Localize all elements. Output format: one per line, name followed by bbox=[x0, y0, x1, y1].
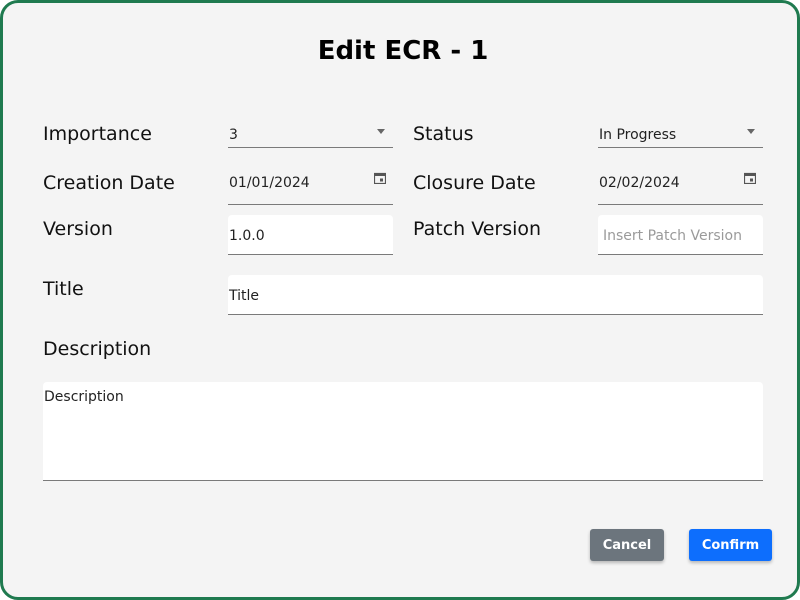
creation-date-value: 01/01/2024 bbox=[229, 175, 310, 191]
creation-date-label: Creation Date bbox=[43, 172, 175, 194]
chevron-down-icon[interactable] bbox=[747, 129, 755, 134]
patch-version-input[interactable]: Insert Patch Version bbox=[598, 215, 763, 255]
title-value: Title bbox=[229, 288, 260, 304]
calendar-icon[interactable] bbox=[744, 172, 756, 184]
status-label: Status bbox=[413, 123, 474, 145]
closure-date-input[interactable]: 02/02/2024 bbox=[598, 163, 763, 205]
version-label: Version bbox=[43, 218, 113, 240]
calendar-icon[interactable] bbox=[374, 172, 386, 184]
importance-value: 3 bbox=[229, 127, 238, 143]
description-label: Description bbox=[43, 338, 152, 360]
creation-date-input[interactable]: 01/01/2024 bbox=[228, 163, 393, 205]
version-value: 1.0.0 bbox=[229, 228, 265, 244]
version-input[interactable]: 1.0.0 bbox=[228, 215, 393, 255]
closure-date-value: 02/02/2024 bbox=[599, 175, 680, 191]
status-value: In Progress bbox=[599, 127, 677, 143]
chevron-down-icon[interactable] bbox=[377, 129, 385, 134]
patch-version-label: Patch Version bbox=[413, 218, 542, 240]
dialog-title: Edit ECR - 1 bbox=[317, 36, 489, 66]
patch-version-placeholder: Insert Patch Version bbox=[603, 228, 742, 244]
importance-select[interactable]: 3 bbox=[228, 115, 393, 148]
title-input[interactable]: Title bbox=[228, 275, 763, 315]
cancel-button[interactable]: Cancel bbox=[590, 529, 664, 561]
status-select[interactable]: In Progress bbox=[598, 115, 763, 148]
closure-date-label: Closure Date bbox=[413, 172, 536, 194]
importance-label: Importance bbox=[43, 123, 152, 145]
description-textarea[interactable]: Description bbox=[43, 382, 763, 481]
title-label: Title bbox=[43, 278, 84, 300]
edit-ecr-dialog: Edit ECR - 1 Importance 3 Status In Prog… bbox=[0, 0, 800, 600]
description-value: Description bbox=[44, 389, 124, 405]
confirm-button[interactable]: Confirm bbox=[689, 529, 772, 561]
